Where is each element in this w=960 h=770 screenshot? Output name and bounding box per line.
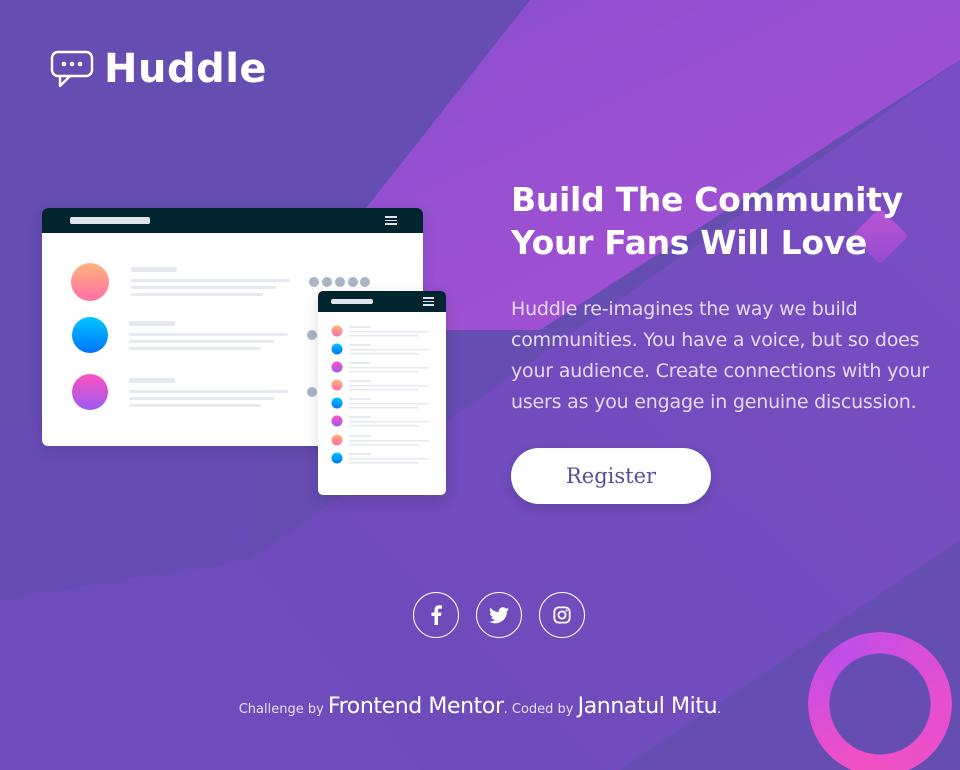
instagram-link[interactable] xyxy=(539,592,585,638)
mobile-mockup-bar xyxy=(318,291,446,312)
hero-content: Build The Community Your Fans Will Love … xyxy=(511,178,931,504)
hero-description: Huddle re-imagines the way we build comm… xyxy=(511,298,930,413)
hero-headline-line1: Build The Community xyxy=(511,180,903,219)
frontend-mentor-link[interactable]: Frontend Mentor xyxy=(328,694,504,719)
attribution-prefix: Challenge by xyxy=(238,702,328,717)
facebook-link[interactable] xyxy=(413,592,459,638)
attribution-suffix: . xyxy=(717,702,722,717)
social-links xyxy=(413,592,585,638)
chat-bubble-icon xyxy=(50,50,94,88)
facebook-icon xyxy=(431,605,442,625)
register-button[interactable]: Register xyxy=(511,448,711,504)
logo[interactable]: Huddle xyxy=(50,46,267,92)
hero-headline-line2: Your Fans Will Love xyxy=(511,223,868,262)
logo-wordmark: Huddle xyxy=(104,46,268,92)
hero-illustration xyxy=(42,208,446,496)
twitter-icon xyxy=(489,606,509,623)
mobile-mockup-content xyxy=(331,325,429,464)
author-link[interactable]: Jannatul Mitu xyxy=(578,694,718,719)
attribution-middle: . Coded by xyxy=(503,702,578,717)
desktop-mockup-bar xyxy=(42,208,423,233)
hero-headline: Build The Community Your Fans Will Love xyxy=(511,178,931,264)
mobile-mockup xyxy=(318,291,446,495)
instagram-icon xyxy=(553,606,571,624)
twitter-link[interactable] xyxy=(476,592,522,638)
attribution: Challenge by Frontend Mentor. Coded by J… xyxy=(0,694,960,719)
hamburger-icon xyxy=(385,216,397,225)
hamburger-icon xyxy=(423,297,434,306)
